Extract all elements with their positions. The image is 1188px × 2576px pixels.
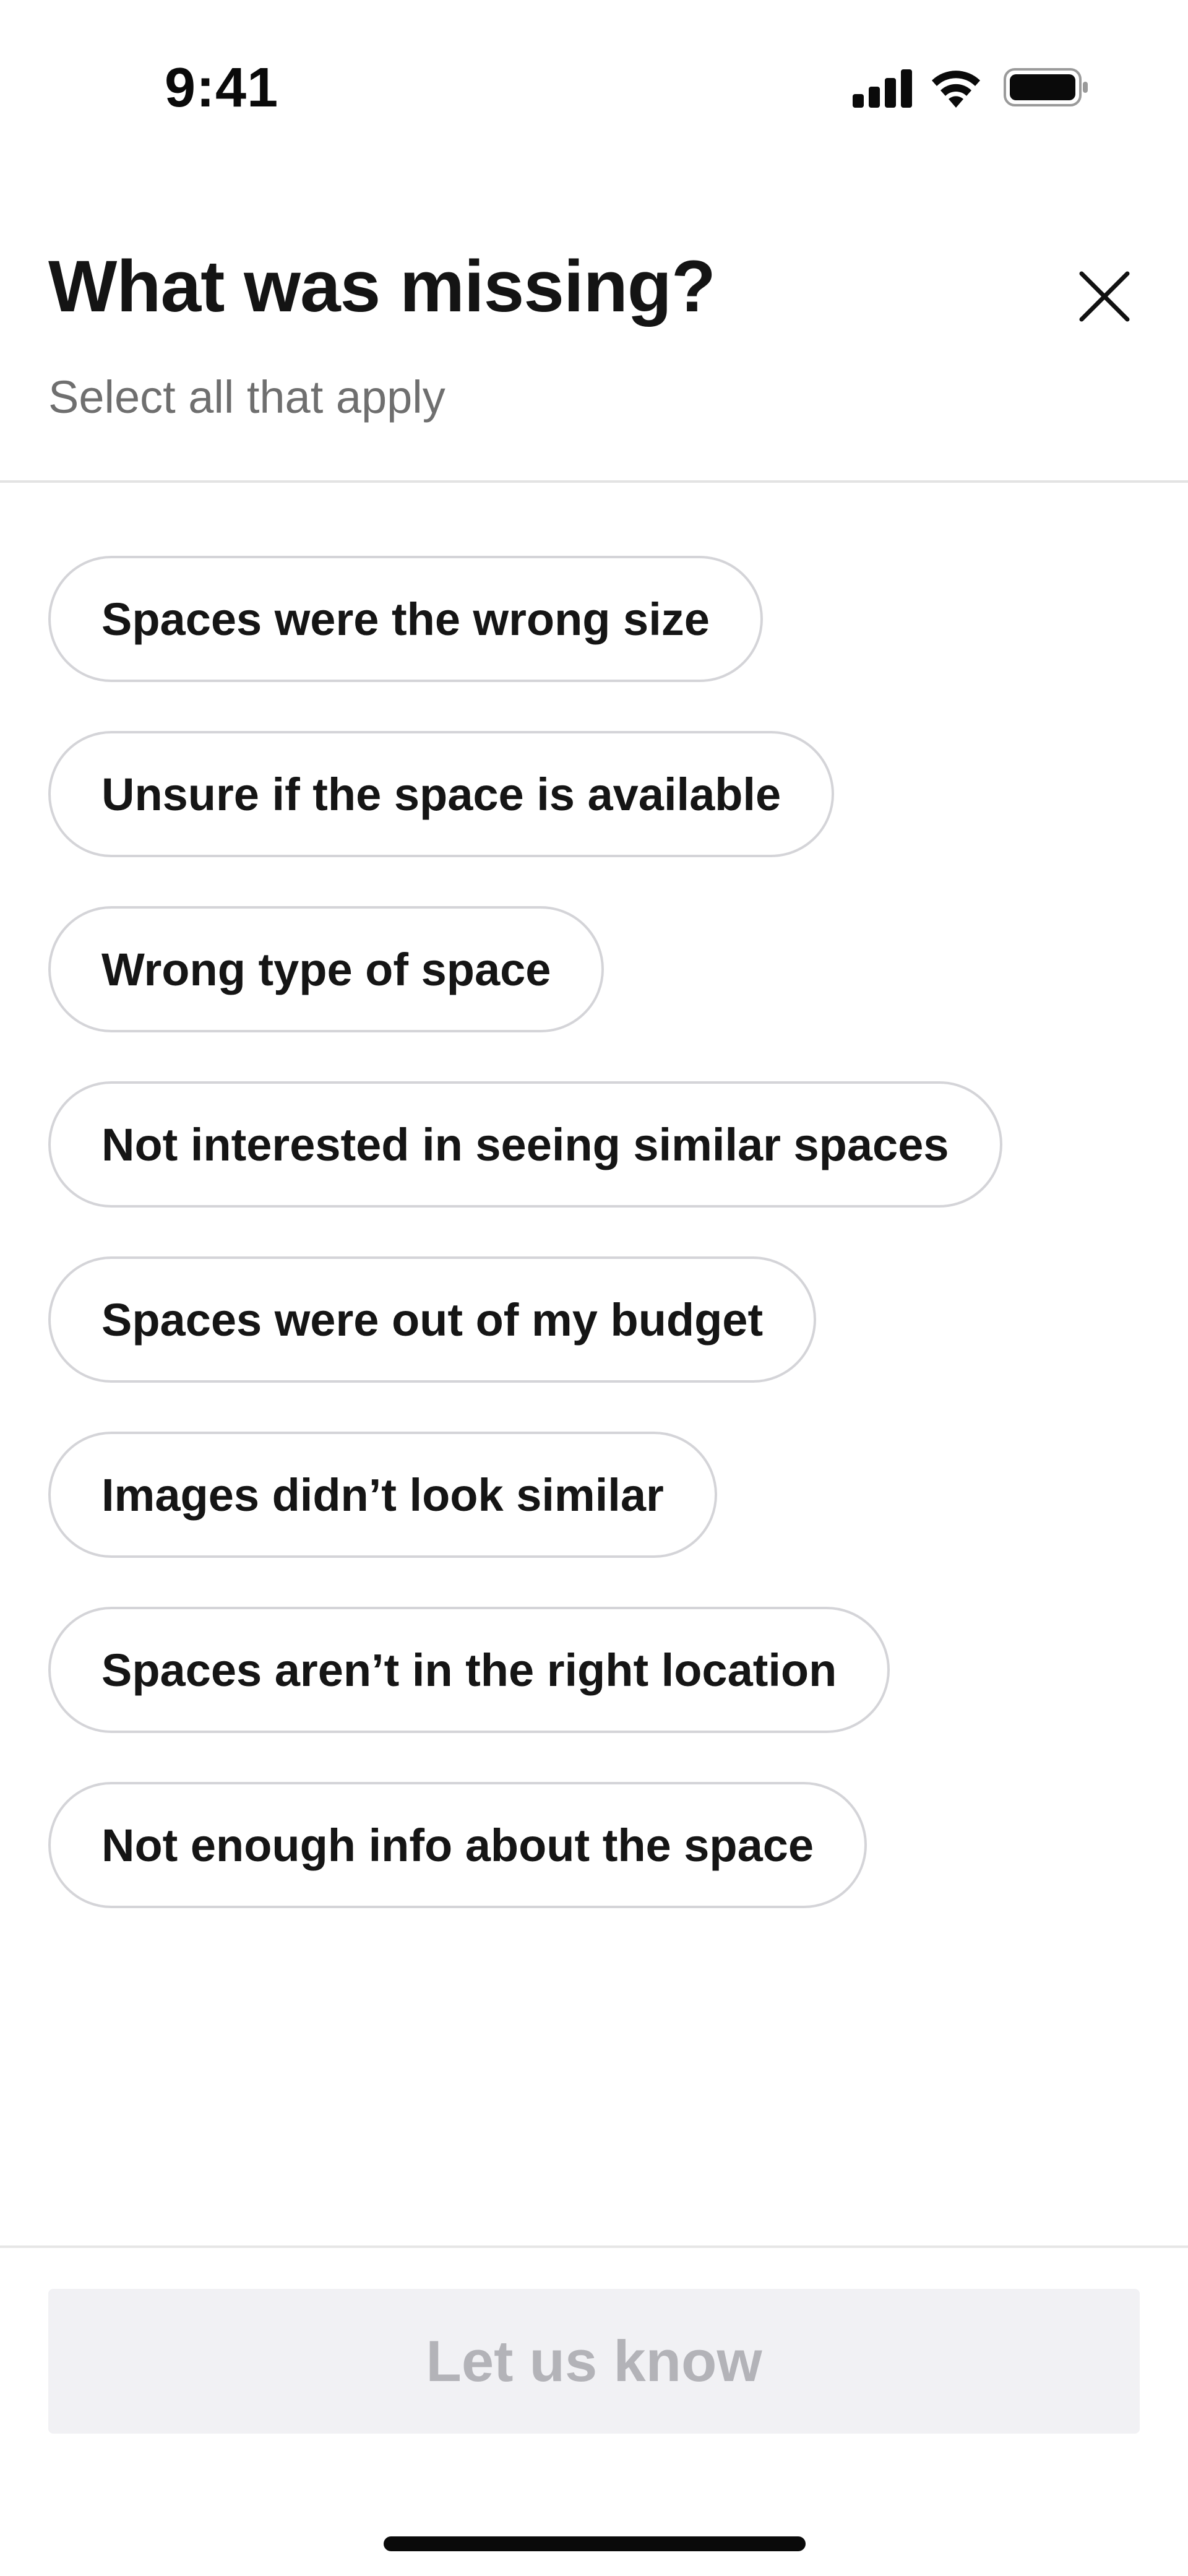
option-chip-not-enough-info[interactable]: Not enough info about the space [48,1782,867,1908]
option-chip-wrong-type[interactable]: Wrong type of space [48,906,605,1032]
option-chip-out-of-budget[interactable]: Spaces were out of my budget [48,1256,817,1383]
wifi-icon [932,71,980,108]
cellular-signal-icon [853,69,912,108]
option-chip-images-not-similar[interactable]: Images didn’t look similar [48,1432,717,1558]
status-time: 9:41 [165,57,279,119]
status-bar: 9:41 [0,0,1188,173]
option-chip-wrong-location[interactable]: Spaces aren’t in the right location [48,1607,890,1733]
home-indicator [384,2536,806,2551]
option-chip-unsure-availability[interactable]: Unsure if the space is available [48,731,835,857]
page-title: What was missing? [48,246,716,327]
close-icon [1079,271,1130,322]
battery-icon [1004,68,1088,106]
close-button[interactable] [1065,257,1143,335]
footer-divider [0,2245,1188,2248]
header-divider [0,480,1188,483]
page-subtitle: Select all that apply [48,371,446,423]
option-chip-wrong-size[interactable]: Spaces were the wrong size [48,556,763,682]
submit-button[interactable]: Let us know [48,2289,1140,2434]
options-list: Spaces were the wrong size Unsure if the… [48,556,1140,1957]
option-chip-not-interested[interactable]: Not interested in seeing similar spaces [48,1081,1002,1208]
